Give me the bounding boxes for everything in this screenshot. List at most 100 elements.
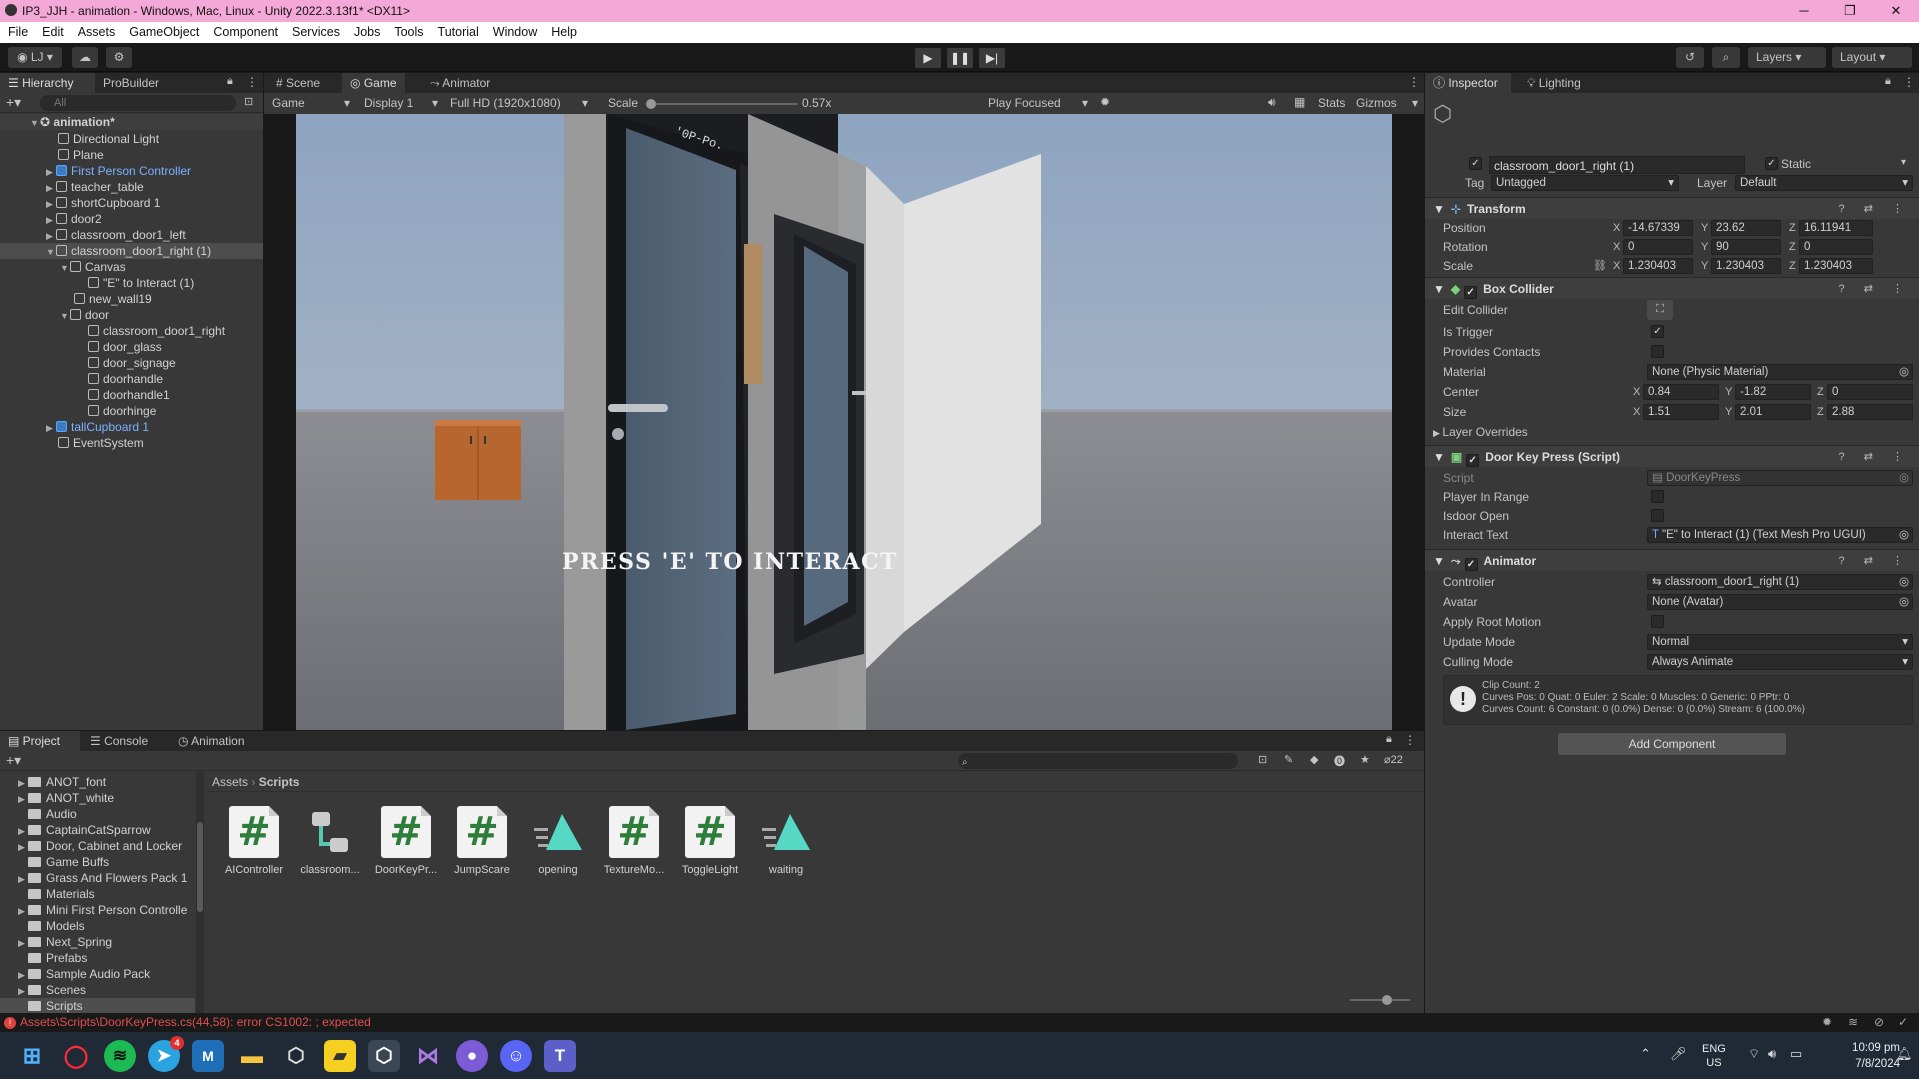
hierarchy-item[interactable]: door_glass [88,339,162,355]
menu-help[interactable]: Help [544,22,584,43]
breadcrumb-assets[interactable]: Assets [212,775,248,789]
lock-icon[interactable]: 🔒︎ [227,75,233,88]
expand-icon[interactable]: ▼ [30,115,40,131]
folder-item[interactable]: Game Buffs [28,854,109,870]
menu-gameobject[interactable]: GameObject [122,22,206,43]
static-dropdown-icon[interactable]: ▾ [1901,157,1906,168]
gameobject-name-field[interactable]: classroom_door1_right (1) [1489,156,1745,174]
more-icon[interactable]: ⋮ [1404,733,1416,747]
expand-icon[interactable]: ▶ [46,164,56,180]
foldout-icon[interactable]: ▶ [1433,428,1442,438]
folder-item[interactable]: Models [28,918,85,934]
hierarchy-item[interactable]: classroom_door1_right [88,323,225,339]
game-viewport[interactable]: '0P-Po. PRESS 'E' TO INTERACT [296,114,1392,730]
expand-icon[interactable]: ▼ [60,308,70,324]
material-field[interactable]: None (Physic Material) ◎ [1647,364,1913,380]
object-picker-icon[interactable]: ◎ [1899,365,1909,379]
folder-item[interactable]: Prefabs [28,950,87,966]
enabled-checkbox[interactable]: ✓ [1466,454,1480,467]
hierarchy-item[interactable]: ▶ door2 [46,211,102,227]
warning-icon[interactable]: ⓿ [1334,753,1345,769]
menu-tutorial[interactable]: Tutorial [431,22,486,43]
size-z-field[interactable]: 2.88 [1827,404,1913,420]
center-z-field[interactable]: 0 [1827,384,1913,400]
layers-dropdown[interactable]: Layers ▾ [1748,47,1826,68]
file-explorer-icon[interactable]: ▬ [236,1040,268,1072]
box-collider-header[interactable]: ▼ ◆ ✓ Box Collider ? ⇄ ⋮ [1425,277,1919,299]
static-checkbox[interactable]: ✓ [1765,157,1778,170]
more-icon[interactable]: ⋮ [1903,75,1915,89]
expand-icon[interactable]: ▶ [46,196,56,212]
pause-button[interactable]: ❚❚ [947,48,973,68]
tag-dropdown[interactable]: Untagged ▾ [1491,175,1679,191]
size-y-field[interactable]: 2.01 [1735,404,1811,420]
scale-y-field[interactable]: 1.230403 [1711,258,1781,274]
battery-icon[interactable]: ▭ [1790,1046,1802,1062]
opera-icon[interactable]: ◯ [60,1040,92,1072]
apply-root-motion-checkbox[interactable] [1651,615,1664,628]
expand-icon[interactable]: ▶ [18,823,28,839]
hierarchy-item[interactable]: EventSystem [58,435,144,451]
expand-icon[interactable]: ▶ [18,903,28,919]
expand-icon[interactable]: ▶ [18,775,28,791]
slider-handle[interactable] [1382,995,1392,1005]
telegram-icon[interactable]: ➤ 4 [148,1036,184,1072]
clock[interactable]: 10:09 pm 7/8/2024 [1820,1040,1900,1072]
menu-services[interactable]: Services [285,22,347,43]
hierarchy-search-input[interactable]: All [40,95,236,111]
folder-item[interactable]: ▶ CaptainCatSparrow [18,822,151,838]
folder-item[interactable]: ▶ Next_Spring [18,934,112,950]
display-dropdown[interactable]: Display 1 ▾ [358,94,442,113]
menu-file[interactable]: File [1,22,35,43]
asset-item[interactable]: classroom... [295,806,365,876]
filter-label-icon[interactable]: ✎ [1284,753,1293,766]
step-button[interactable]: ▶| [979,48,1005,68]
rotation-z-field[interactable]: 0 [1799,239,1873,255]
language-indicator[interactable]: ENG US [1702,1042,1726,1070]
hierarchy-item[interactable]: doorhinge [88,403,156,419]
discord-icon[interactable]: ☺ [500,1040,532,1072]
tab-inspector[interactable]: ⓘ Inspector [1425,73,1511,93]
hierarchy-item[interactable]: Directional Light [58,131,159,147]
hierarchy-item[interactable]: ▶ teacher_table [46,179,144,195]
hierarchy-item[interactable]: ▶ shortCupboard 1 [46,195,160,211]
more-icon[interactable]: ⋮ [1408,75,1420,89]
tag-icon[interactable]: ◆ [1310,753,1318,766]
object-picker-icon[interactable]: ◎ [1899,595,1909,609]
lock-icon[interactable]: 🔒︎ [1386,733,1392,746]
folder-item[interactable]: ▶ Sample Audio Pack [18,966,150,982]
hierarchy-item-selected[interactable]: ▼ classroom_door1_right (1) [0,243,263,259]
enabled-checkbox[interactable]: ✓ [1464,286,1478,299]
player-in-range-checkbox[interactable] [1651,490,1664,503]
gizmos-dropdown-icon[interactable]: ▾ [1412,96,1418,110]
folder-item[interactable]: Materials [28,886,95,902]
hierarchy-item[interactable]: new_wall19 [74,291,152,307]
github-icon[interactable]: ● [456,1040,488,1072]
wifi-icon[interactable]: ⌔ [1748,1046,1760,1062]
collab-icon[interactable]: ⚙ [106,47,132,68]
size-x-field[interactable]: 1.51 [1643,404,1719,420]
status-bar[interactable]: ! Assets\Scripts\DoorKeyPress.cs(44,58): … [0,1013,1919,1032]
center-x-field[interactable]: 0.84 [1643,384,1719,400]
volume-icon[interactable]: 🔊︎ [1768,1046,1776,1062]
tab-scene[interactable]: # Scene [268,73,328,93]
add-component-button[interactable]: Add Component [1558,733,1786,755]
spotify-icon[interactable]: ≋ [104,1040,136,1072]
tab-animator[interactable]: ⤳ Animator [422,73,498,93]
visual-studio-icon[interactable]: ⋈ [412,1040,444,1072]
menu-assets[interactable]: Assets [71,22,123,43]
expand-icon[interactable]: ▶ [18,871,28,887]
layout-dropdown[interactable]: Layout ▾ [1832,47,1912,68]
folder-item[interactable]: ▶ ANOT_white [18,790,114,806]
expand-icon[interactable]: ▶ [18,967,28,983]
maximize-button[interactable]: ❐ [1827,0,1873,22]
link-icon[interactable]: ⛓ [1593,257,1607,275]
filter-icon[interactable]: ⊡ [244,95,253,108]
expand-icon[interactable]: ▶ [18,791,28,807]
notification-bell-icon[interactable]: 🔔︎ [1896,1046,1913,1062]
history-icon[interactable]: ↺ [1676,47,1704,68]
culling-mode-dropdown[interactable]: Always Animate ▾ [1647,654,1913,670]
expand-icon[interactable]: ▼ [60,260,70,276]
hierarchy-item[interactable]: ▼ Canvas [60,259,126,275]
unity-editor-icon[interactable]: ⬡ [368,1040,400,1072]
